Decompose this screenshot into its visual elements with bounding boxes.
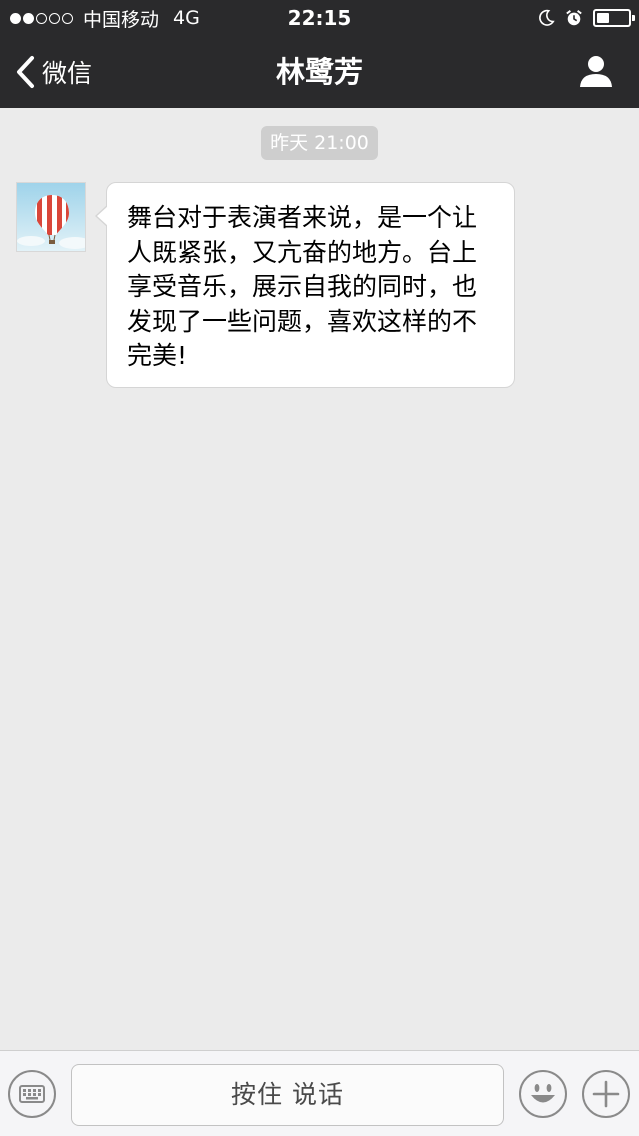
smiley-icon xyxy=(531,1084,555,1103)
person-icon[interactable] xyxy=(577,52,615,90)
plus-icon xyxy=(592,1080,620,1108)
message-bubble[interactable]: 舞台对于表演者来说，是一个让人既紧张，又亢奋的地方。台上享受音乐，展示自我的同时… xyxy=(95,182,515,388)
keyboard-toggle-button[interactable] xyxy=(8,1070,56,1118)
chat-area[interactable]: 昨天 21:00 舞台对于表演者来说，是一个让人既紧张，又亢奋的地方。台上享受音… xyxy=(0,108,639,1050)
battery-icon xyxy=(593,9,635,27)
status-bar: 中国移动 4G 22:15 xyxy=(0,0,639,36)
alarm-clock-icon xyxy=(566,10,582,26)
nav-bar: 微信 林鹭芳 xyxy=(0,36,639,108)
moon-icon xyxy=(539,9,555,26)
hold-to-talk-button[interactable]: 按住 说话 xyxy=(71,1064,504,1126)
top-bar: 中国移动 4G 22:15 微信 林鹭芳 xyxy=(0,0,639,108)
status-right xyxy=(537,6,635,30)
battery-fill xyxy=(597,13,609,23)
battery-nub xyxy=(632,15,635,21)
keyboard-icon xyxy=(19,1085,45,1103)
hot-air-balloon-avatar[interactable] xyxy=(16,182,86,252)
message-timestamp: 昨天 21:00 xyxy=(261,126,378,160)
input-bar: 按住 说话 xyxy=(0,1050,639,1136)
avatar-image xyxy=(17,183,85,251)
message-text: 舞台对于表演者来说，是一个让人既紧张，又亢奋的地方。台上享受音乐，展示自我的同时… xyxy=(127,203,478,370)
more-options-button[interactable] xyxy=(582,1070,630,1118)
chat-title: 林鹭芳 xyxy=(275,55,363,89)
emoji-button[interactable] xyxy=(519,1070,567,1118)
